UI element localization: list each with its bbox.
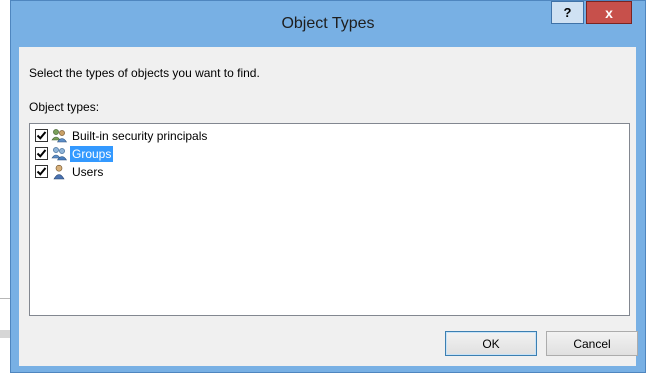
instruction-text: Select the types of objects you want to …: [29, 66, 260, 80]
object-types-label: Object types:: [29, 100, 100, 114]
item-label-selected: Groups: [70, 145, 114, 162]
help-button[interactable]: ?: [551, 1, 584, 24]
list-item-users[interactable]: Users: [35, 163, 105, 180]
dialog-body: Select the types of objects you want to …: [19, 47, 638, 366]
checkbox-groups[interactable]: [35, 147, 48, 160]
checkbox-built-in-security-principals[interactable]: [35, 129, 48, 142]
item-label: Users: [72, 164, 104, 179]
list-item-groups[interactable]: Groups: [35, 145, 114, 162]
item-label: Built-in security principals: [72, 128, 208, 143]
checkmark-icon: [36, 149, 47, 158]
cancel-button[interactable]: Cancel: [546, 331, 638, 356]
object-types-list[interactable]: Built-in security principals Groups User…: [29, 123, 630, 316]
object-types-dialog: Object Types ? x Select the types of obj…: [10, 0, 646, 373]
groups-icon: [51, 146, 68, 162]
checkmark-icon: [36, 131, 47, 140]
security-principals-icon: [51, 128, 68, 144]
title-bar[interactable]: Object Types ? x: [11, 1, 645, 47]
ok-button[interactable]: OK: [445, 331, 537, 356]
user-icon: [51, 164, 68, 180]
checkbox-users[interactable]: [35, 165, 48, 178]
checkmark-icon: [36, 167, 47, 176]
close-button[interactable]: x: [586, 1, 632, 24]
list-item-built-in-security-principals[interactable]: Built-in security principals: [35, 127, 209, 144]
dialog-title: Object Types: [281, 15, 375, 32]
